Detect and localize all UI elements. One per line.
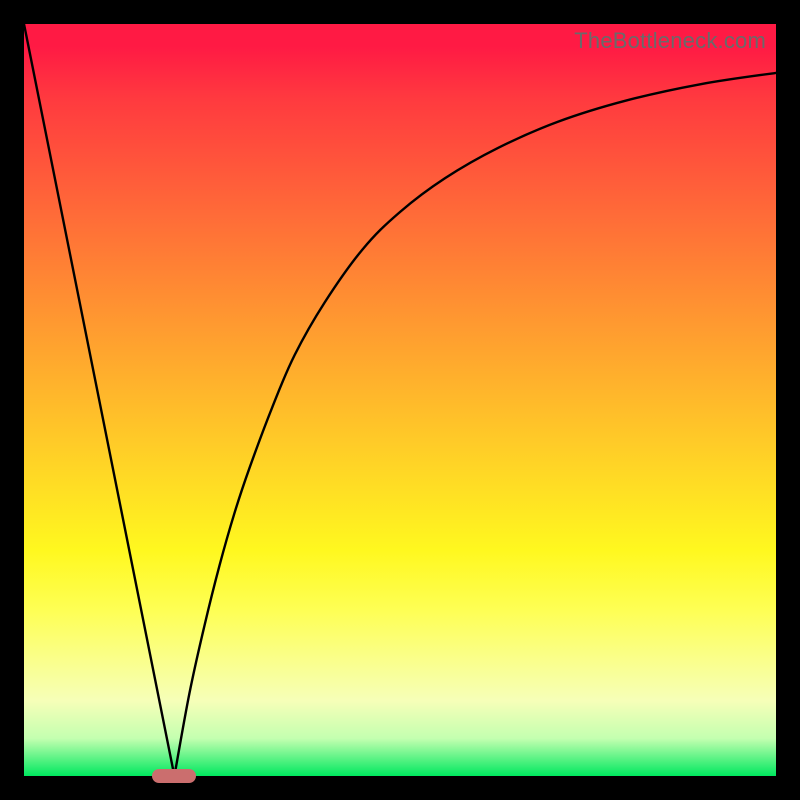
chart-canvas: TheBottleneck.com bbox=[24, 24, 776, 776]
optimum-marker bbox=[152, 769, 196, 783]
bottleneck-curve bbox=[24, 24, 776, 776]
